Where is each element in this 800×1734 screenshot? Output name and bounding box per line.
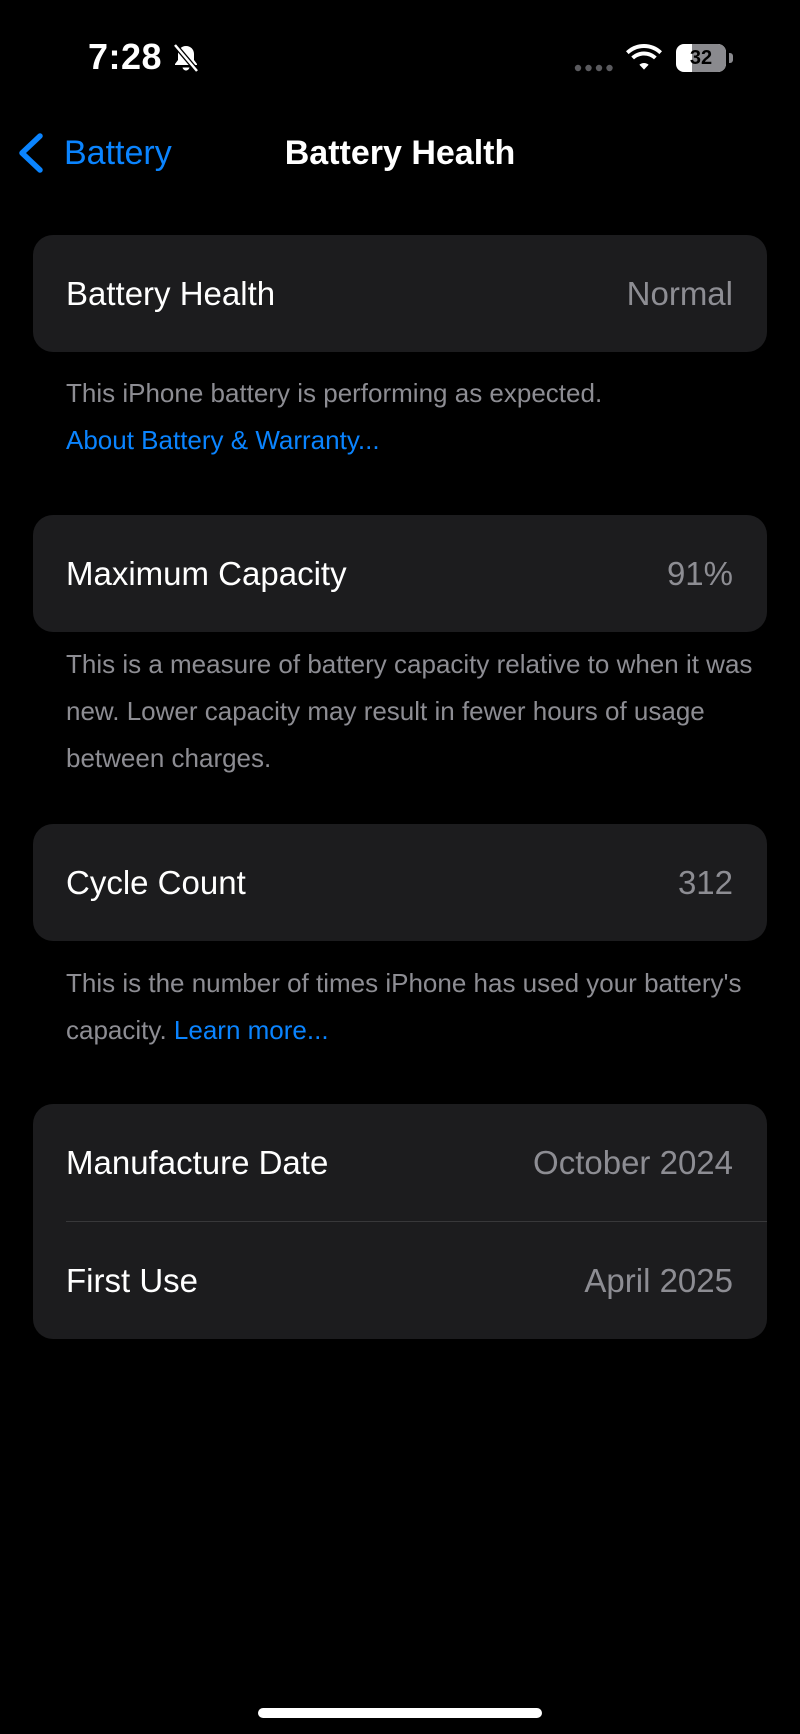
battery-icon: 32 [676, 44, 734, 72]
status-time: 7:28 [88, 36, 163, 77]
battery-body: 32 [676, 44, 726, 72]
first-use-value: April 2025 [584, 1261, 733, 1299]
page-title: Battery Health [284, 134, 516, 172]
cellular-signal-icon [574, 64, 613, 72]
battery-health-label: Battery Health [66, 274, 276, 312]
status-bar: 7:28 32 [0, 0, 800, 110]
battery-health-row: Battery Health Normal [33, 235, 767, 352]
navigation-bar: Battery Battery Health [0, 118, 800, 188]
cycle-count-value: 312 [677, 863, 733, 901]
battery-cap [729, 53, 733, 63]
about-battery-warranty-link[interactable]: About Battery & Warranty... [66, 417, 756, 464]
maximum-capacity-row: Maximum Capacity 91% [33, 515, 767, 632]
learn-more-link[interactable]: Learn more... [174, 1015, 329, 1045]
maximum-capacity-footer: This is a measure of battery capacity re… [66, 641, 756, 782]
cycle-count-footer-text: This is the number of times iPhone has u… [66, 968, 742, 1045]
dates-group: Manufacture Date October 2024 First Use … [33, 1104, 767, 1339]
first-use-label: First Use [66, 1261, 198, 1299]
cycle-count-label: Cycle Count [66, 863, 246, 901]
battery-health-footer: This iPhone battery is performing as exp… [66, 370, 756, 464]
cycle-count-footer: This is the number of times iPhone has u… [66, 960, 756, 1054]
bell-slash-icon [173, 43, 199, 73]
battery-health-footer-text: This iPhone battery is performing as exp… [66, 378, 603, 408]
manufacture-date-value: October 2024 [533, 1143, 733, 1181]
manufacture-date-row: Manufacture Date October 2024 [33, 1104, 767, 1221]
maximum-capacity-footer-text: This is a measure of battery capacity re… [66, 649, 753, 773]
battery-level-text: 32 [689, 47, 713, 69]
home-indicator[interactable] [258, 1708, 542, 1718]
battery-health-value: Normal [626, 274, 733, 312]
first-use-row: First Use April 2025 [33, 1222, 767, 1339]
cycle-count-row: Cycle Count 312 [33, 824, 767, 941]
wifi-icon [626, 44, 662, 70]
maximum-capacity-group: Maximum Capacity 91% [33, 515, 767, 632]
manufacture-date-label: Manufacture Date [66, 1143, 329, 1181]
cycle-count-group: Cycle Count 312 [33, 824, 767, 941]
maximum-capacity-label: Maximum Capacity [66, 554, 347, 592]
maximum-capacity-value: 91% [666, 554, 733, 592]
battery-health-group: Battery Health Normal [33, 235, 767, 352]
